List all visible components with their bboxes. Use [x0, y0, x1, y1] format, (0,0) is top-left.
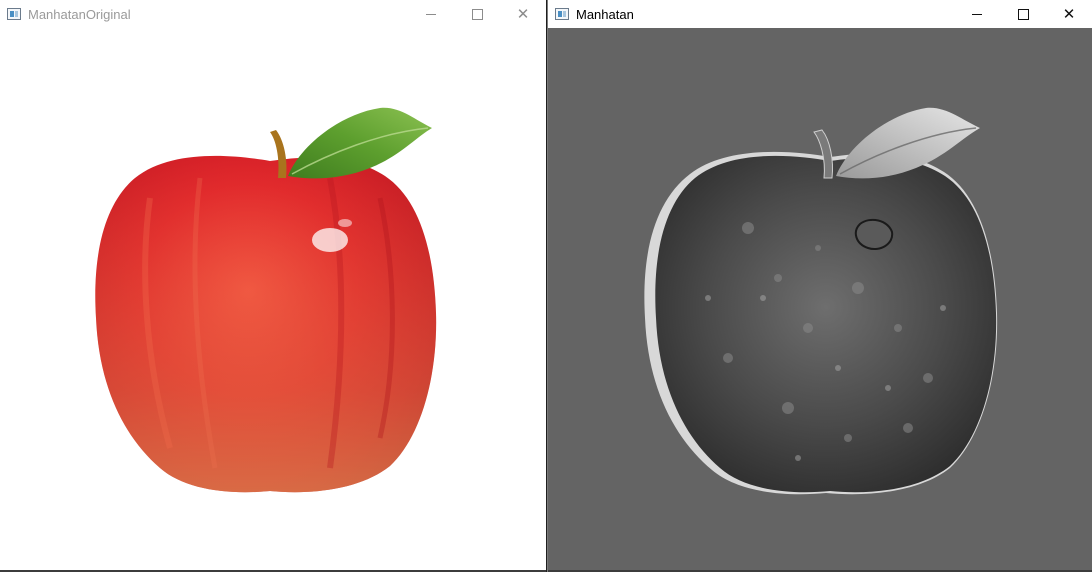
grayscale-apple-image — [644, 107, 998, 495]
window-title: ManhatanOriginal — [28, 6, 131, 22]
titlebar[interactable]: ManhatanOriginal ✕ — [0, 0, 546, 28]
minimize-button[interactable] — [954, 0, 1000, 28]
maximize-icon — [471, 8, 483, 20]
image-canvas — [548, 28, 1092, 572]
close-button[interactable]: ✕ — [1046, 0, 1092, 28]
maximize-icon — [1017, 8, 1029, 20]
close-button[interactable]: ✕ — [500, 0, 546, 28]
color-apple-image — [95, 107, 437, 493]
window-controls: ✕ — [954, 0, 1092, 28]
minimize-icon — [426, 13, 436, 15]
maximize-button[interactable] — [1000, 0, 1046, 28]
window-title: Manhatan — [576, 6, 634, 22]
image-canvas — [0, 28, 546, 572]
app-window-icon — [7, 8, 21, 20]
window-manhatan[interactable]: Manhatan ✕ — [547, 0, 1092, 572]
titlebar[interactable]: Manhatan ✕ — [548, 0, 1092, 28]
minimize-button[interactable] — [408, 0, 454, 28]
close-icon: ✕ — [516, 5, 530, 23]
window-manhatan-original[interactable]: ManhatanOriginal ✕ — [0, 0, 546, 572]
apple-body — [655, 155, 997, 493]
close-icon: ✕ — [1062, 5, 1076, 23]
window-controls: ✕ — [408, 0, 546, 28]
maximize-button[interactable] — [454, 0, 500, 28]
app-window-icon — [555, 8, 569, 20]
minimize-icon — [972, 13, 982, 15]
